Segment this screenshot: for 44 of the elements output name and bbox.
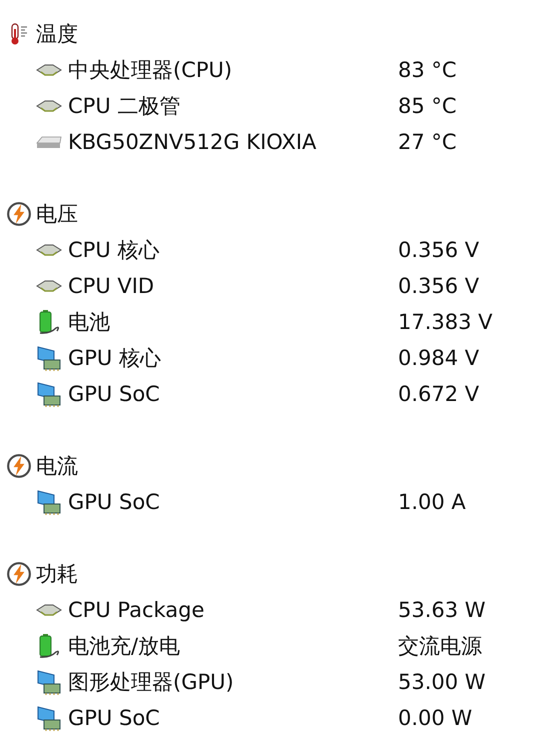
sensor-value: 0.00 W — [398, 706, 472, 730]
chip-icon — [36, 280, 62, 292]
sensor-value: 17.383 V — [398, 310, 493, 334]
sensor-value: 83 °C — [398, 58, 457, 82]
chip-icon — [36, 244, 62, 256]
graphics-card-icon — [36, 345, 62, 371]
graphics-card-icon — [36, 381, 62, 407]
sensor-name: CPU VID — [68, 274, 156, 298]
sensor-value: 0.984 V — [398, 346, 480, 370]
chip-icon — [36, 100, 62, 112]
chip-icon — [36, 604, 62, 616]
sensor-name: CPU 二极管 — [68, 93, 182, 120]
section-title: 功耗 — [36, 561, 78, 588]
sensor-value: 0.356 V — [398, 274, 480, 298]
drive-icon — [36, 135, 62, 149]
sensor-name: GPU 核心 — [68, 345, 162, 372]
sensor-value: 53.63 W — [398, 598, 486, 622]
sensor-name: 中央处理器(CPU) — [68, 57, 234, 84]
sensor-name: GPU SoC — [68, 382, 161, 406]
graphics-card-icon — [36, 669, 62, 695]
sensor-value: 53.00 W — [398, 670, 486, 694]
sensor-name: KBG50ZNV512G KIOXIA — [68, 130, 318, 154]
section-title: 电流 — [36, 453, 78, 480]
sensor-name: CPU Package — [68, 598, 206, 622]
lightning-bolt-icon — [6, 561, 32, 587]
lightning-bolt-icon — [6, 201, 32, 227]
sensor-name: 图形处理器(GPU) — [68, 669, 235, 696]
sensor-value: 交流电源 — [398, 633, 482, 660]
sensor-name: 电池充/放电 — [68, 633, 182, 660]
chip-icon — [36, 64, 62, 76]
lightning-bolt-icon — [6, 453, 32, 479]
sensor-name: GPU SoC — [68, 706, 161, 730]
graphics-card-icon — [36, 489, 62, 515]
sensor-value: 0.356 V — [398, 238, 480, 262]
section-title: 温度 — [36, 21, 78, 48]
sensor-name: GPU SoC — [68, 490, 161, 514]
graphics-card-icon — [36, 705, 62, 731]
sensor-value: 27 °C — [398, 130, 457, 154]
section-title: 电压 — [36, 201, 78, 228]
sensor-value: 85 °C — [398, 94, 457, 118]
sensor-name: 电池 — [68, 309, 111, 336]
sensor-value: 0.672 V — [398, 382, 480, 406]
sensor-name: CPU 核心 — [68, 237, 160, 264]
sensor-value: 1.00 A — [398, 490, 466, 514]
